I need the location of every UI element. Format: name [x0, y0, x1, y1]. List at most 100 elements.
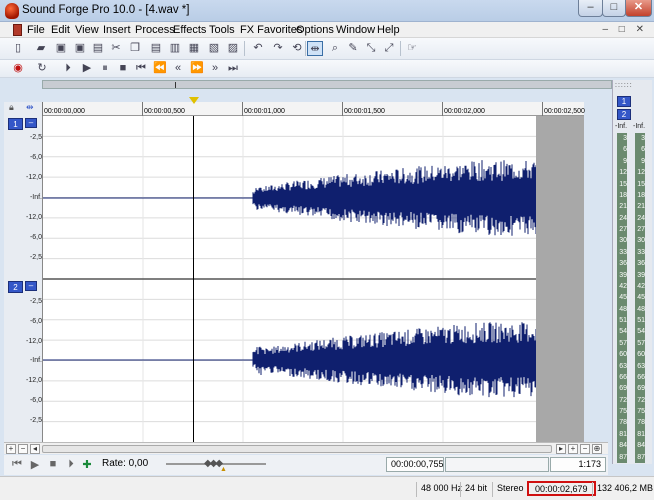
channel-2-minimize-button[interactable]: ‒	[25, 281, 37, 291]
render-icon[interactable]: ▤	[90, 41, 106, 56]
add-icon[interactable]: ✚	[80, 458, 94, 471]
undo-icon[interactable]: ↶	[250, 41, 266, 56]
meter-scale-left: 54	[619, 328, 627, 336]
event-tool-icon[interactable]: ⤢	[381, 41, 397, 56]
selection-length-field[interactable]: 00:00:00,755	[386, 457, 444, 472]
zoom-out-button[interactable]: −	[18, 444, 28, 454]
status-file-length[interactable]: 00:00:02,679	[527, 481, 596, 496]
status-bit-depth[interactable]: 24 bit	[460, 482, 491, 497]
copy-icon[interactable]: ❐	[127, 41, 143, 56]
stop-icon[interactable]: ■	[115, 61, 131, 76]
envelope-tool-icon[interactable]: ⤡	[363, 41, 379, 56]
h-zoom-in-button[interactable]: +	[568, 444, 578, 454]
menu-effects[interactable]: Effects	[173, 24, 206, 36]
document-icon[interactable]	[13, 24, 22, 36]
meter-scale-right: 6	[641, 146, 645, 154]
meter-scale-right: 45	[637, 294, 645, 302]
crop-icon[interactable]: ▦	[186, 41, 202, 56]
selection-info-field[interactable]	[445, 457, 549, 472]
redo-icon[interactable]: ↷	[270, 41, 286, 56]
horizontal-scrollbar-thumb[interactable]	[42, 445, 552, 453]
scroll-right-button[interactable]: ▸	[556, 444, 566, 454]
rate-label: Rate: 0,00	[102, 458, 149, 469]
play-all-icon[interactable]: ⏵	[60, 61, 76, 76]
pause-icon[interactable]: ⏸	[97, 61, 113, 76]
clear-icon[interactable]: ▨	[225, 41, 241, 56]
go-start-icon[interactable]: ⏮	[133, 61, 149, 76]
rewind-icon[interactable]: ⏪	[152, 61, 168, 76]
overview-bar[interactable]	[42, 80, 612, 89]
channel-1-minimize-button[interactable]: ‒	[25, 118, 37, 128]
meter-grip[interactable]: ::::::	[615, 82, 633, 89]
sound-forge-app-icon[interactable]	[5, 3, 19, 19]
status-sample-rate[interactable]: 48 000 Hz	[416, 482, 466, 497]
rate-slider-thumb[interactable]: ◆◆◆	[204, 458, 223, 469]
stop-icon[interactable]: ■	[46, 458, 60, 470]
document-window-controls[interactable]: ‒ □ ✕	[602, 24, 648, 35]
save-icon[interactable]: ▣	[53, 41, 69, 56]
lock-icon[interactable]: 🔒︎	[9, 102, 14, 113]
mix-icon[interactable]: ▥	[167, 41, 183, 56]
menu-fx-favorites[interactable]: FX Favorites	[240, 24, 302, 36]
channel-2-badge[interactable]: 2	[8, 281, 23, 293]
cursor-position-marker[interactable]	[189, 97, 199, 104]
menu-view[interactable]: View	[75, 24, 99, 36]
status-channels[interactable]: Stereo	[492, 482, 528, 497]
close-button[interactable]: ✕	[625, 0, 652, 17]
meter-scale-left: 87	[619, 453, 627, 461]
time-ruler[interactable]: 00:00:00,000 00:00:00,500 00:00:01,000 0…	[42, 102, 585, 116]
fit-button[interactable]: ⊕	[592, 444, 602, 454]
record-icon[interactable]: ◉	[10, 61, 26, 76]
magnify-tool-icon[interactable]: ⌕	[327, 41, 343, 56]
menu-insert[interactable]: Insert	[103, 24, 131, 36]
playback-cursor[interactable]	[193, 116, 194, 442]
repeat-icon[interactable]: ⟲	[289, 41, 305, 56]
menu-options[interactable]: Options	[296, 24, 334, 36]
meter-scale-right: 69	[637, 385, 645, 393]
go-start-icon[interactable]: ⏮	[10, 458, 24, 471]
play-icon[interactable]: ▶	[79, 61, 95, 76]
waveform-display	[43, 116, 584, 442]
meter-channel-2-badge[interactable]: 2	[617, 109, 631, 120]
loop-icon[interactable]: ↻	[34, 61, 50, 76]
ruler-options-icon[interactable]: ⇹	[26, 102, 34, 113]
meter-scale-right: 33	[637, 248, 645, 256]
minimize-button[interactable]: ‒	[578, 0, 603, 17]
rewind-fast-icon[interactable]: «	[170, 61, 186, 76]
cut-icon[interactable]: ✂	[108, 41, 124, 56]
trim-icon[interactable]: ▧	[206, 41, 222, 56]
ruler-tick	[142, 102, 143, 116]
meter-scale-left: 42	[619, 282, 627, 290]
play-icon[interactable]: ▶	[28, 458, 42, 471]
edit-tool-icon[interactable]: ⇹	[307, 41, 323, 56]
menu-file[interactable]: File	[27, 24, 45, 36]
menu-process[interactable]: Process	[135, 24, 175, 36]
meter-scale-left: 45	[619, 294, 627, 302]
db-label: -12,0	[26, 174, 42, 181]
h-zoom-out-button[interactable]: −	[580, 444, 590, 454]
forward-fast-icon[interactable]: »	[207, 61, 223, 76]
paste-icon[interactable]: ▤	[148, 41, 164, 56]
zoom-in-button[interactable]: +	[6, 444, 16, 454]
zoom-ratio-field[interactable]: 1:173	[550, 457, 606, 472]
maximize-button[interactable]: □	[602, 0, 626, 17]
menu-tools[interactable]: Tools	[209, 24, 235, 36]
save-as-icon[interactable]: ▣	[72, 41, 88, 56]
meter-scale-right: 9	[641, 157, 645, 165]
go-end-icon[interactable]: ⏭	[225, 61, 241, 76]
menu-window[interactable]: Window	[336, 24, 375, 36]
menu-help[interactable]: Help	[377, 24, 400, 36]
play-all-icon[interactable]: ⏵	[64, 458, 78, 471]
meter-channel-1-badge[interactable]: 1	[617, 96, 631, 107]
pencil-tool-icon[interactable]: ✎	[345, 41, 361, 56]
meter-scale-left: 81	[619, 430, 627, 438]
channel-1-badge[interactable]: 1	[8, 118, 23, 130]
menu-edit[interactable]: Edit	[51, 24, 70, 36]
new-icon[interactable]: ▯	[10, 41, 26, 56]
properties-icon[interactable]: ☞	[404, 41, 420, 56]
open-icon[interactable]: ▰	[33, 41, 49, 56]
forward-icon[interactable]: ⏩	[189, 61, 205, 76]
waveform-area[interactable]	[42, 116, 584, 442]
ruler-label: 00:00:00,500	[144, 108, 185, 115]
scroll-left-button[interactable]: ◂	[30, 444, 40, 454]
